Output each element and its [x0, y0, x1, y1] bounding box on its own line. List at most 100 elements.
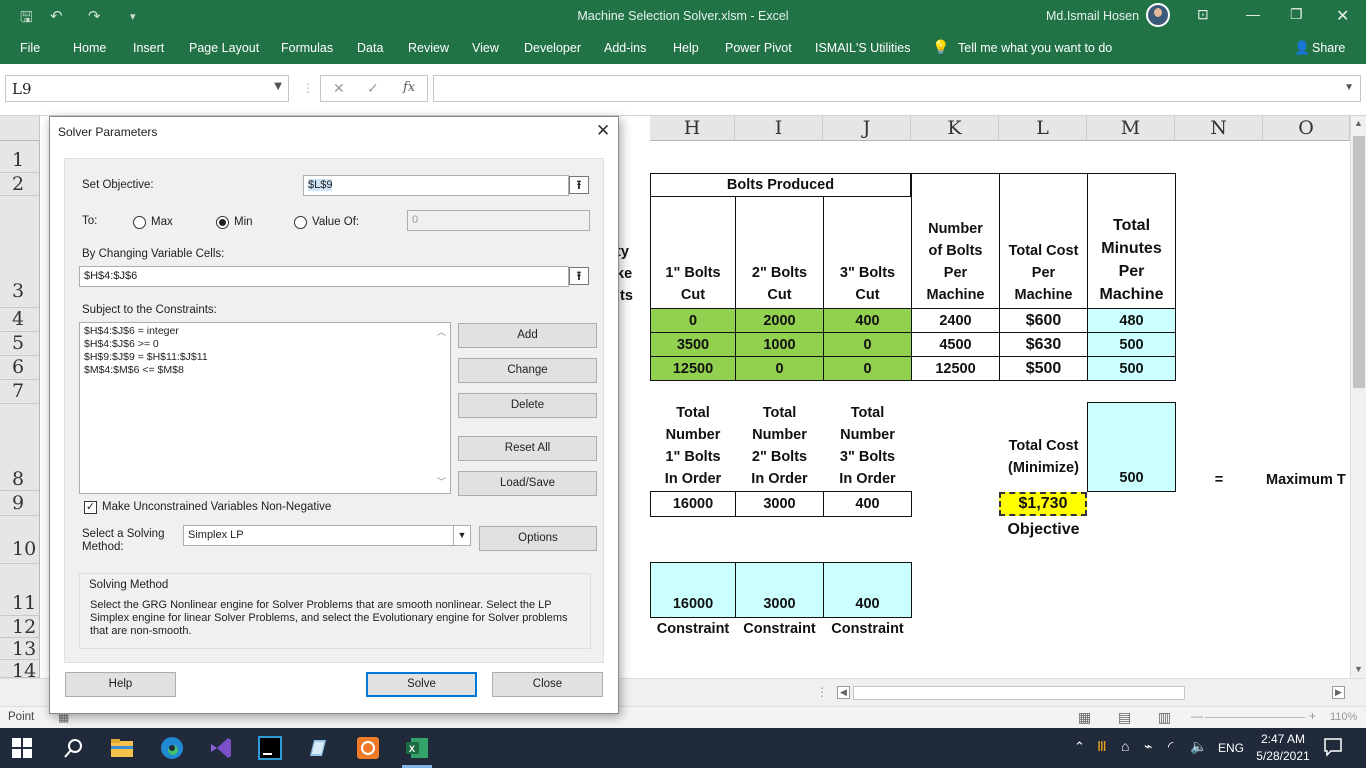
zoom-level[interactable]: 110% — [1330, 711, 1357, 723]
min-radio[interactable] — [216, 216, 229, 229]
tab-ismails-utilities[interactable]: ISMAIL'S Utilities — [815, 41, 910, 55]
max-radio[interactable] — [133, 216, 146, 229]
row-header-14[interactable]: 14 — [0, 660, 40, 682]
row-header-2[interactable]: 2 — [0, 173, 40, 196]
grammarly-icon[interactable] — [356, 736, 380, 760]
visual-studio-icon[interactable] — [209, 736, 233, 760]
scroll-down-icon[interactable]: ▼ — [1354, 664, 1363, 674]
cell-j6[interactable]: 0 — [823, 356, 912, 381]
minimize-icon[interactable]: — — [1246, 6, 1260, 22]
notifications-icon[interactable] — [1323, 737, 1343, 757]
objective-label[interactable]: Objective — [999, 518, 1088, 542]
row-header-3[interactable]: 3 — [0, 196, 40, 308]
solve-button[interactable]: Solve — [366, 672, 477, 697]
wifi-icon[interactable]: ◜ — [1168, 738, 1173, 755]
battery-icon[interactable]: ⌂ — [1121, 738, 1129, 754]
tab-file[interactable]: File — [20, 41, 40, 55]
cell-k5[interactable]: 4500 — [911, 332, 1000, 357]
nonneg-checkbox[interactable]: ✓ — [84, 501, 97, 514]
tray-app-icon[interactable]: Ⅲ — [1097, 738, 1107, 755]
excel-taskbar-icon[interactable]: X — [405, 736, 429, 760]
row-header-9[interactable]: 9 — [0, 491, 40, 516]
cell-l5[interactable]: $630 — [999, 332, 1088, 357]
cell-l6[interactable]: $500 — [999, 356, 1088, 381]
cell-i6[interactable]: 0 — [735, 356, 824, 381]
value-of-label[interactable]: Value Of: — [312, 216, 359, 228]
header-total-2in-order[interactable]: Total Number 2" Bolts In Order — [735, 402, 824, 490]
page-layout-view-icon[interactable]: ▤ — [1118, 709, 1131, 726]
bolts-produced-header[interactable]: Bolts Produced — [650, 173, 911, 197]
tab-add-ins[interactable]: Add-ins — [604, 41, 646, 55]
cell-j4[interactable]: 400 — [823, 308, 912, 333]
row-header-7[interactable]: 7 — [0, 380, 40, 404]
tab-review[interactable]: Review — [408, 41, 449, 55]
drag-handle-icon[interactable]: ⋮ — [302, 81, 314, 95]
language-indicator[interactable]: ENG — [1218, 741, 1244, 755]
restore-icon[interactable]: ❐ — [1290, 6, 1303, 23]
search-icon[interactable] — [62, 736, 86, 760]
jetbrains-icon[interactable] — [258, 736, 282, 760]
changing-cells-input[interactable]: $H$4:$J$6 — [79, 266, 569, 287]
column-header-k[interactable]: K — [911, 116, 999, 141]
row-header-8[interactable]: 8 — [0, 404, 40, 491]
header-total-minutes[interactable]: Total Minutes Per Machine — [1087, 173, 1176, 309]
tab-insert[interactable]: Insert — [133, 41, 164, 55]
horizontal-scroll-thumb[interactable] — [853, 686, 1185, 700]
expand-formula-icon[interactable]: ▼ — [1344, 82, 1354, 93]
vertical-scrollbar[interactable]: ▲ ▼ — [1350, 116, 1366, 678]
column-header-o[interactable]: O — [1263, 116, 1350, 141]
chevron-down-icon[interactable]: ▼ — [274, 81, 282, 92]
select-all-corner[interactable] — [0, 116, 40, 141]
cell-h4[interactable]: 0 — [650, 308, 736, 333]
cell-n8[interactable]: = — [1175, 468, 1263, 492]
zoom-slider[interactable] — [1205, 717, 1305, 718]
min-radio-label[interactable]: Min — [234, 216, 253, 228]
row-header-4[interactable]: 4 — [0, 308, 40, 332]
column-header-n[interactable]: N — [1175, 116, 1263, 141]
scroll-up-icon[interactable]: ▲ — [1354, 118, 1363, 128]
drag-handle-icon[interactable]: ⋮ — [816, 685, 828, 699]
load-save-button[interactable]: Load/Save — [458, 471, 597, 496]
scroll-right-icon[interactable]: ▶ — [1332, 686, 1345, 699]
list-item[interactable]: $M$4:$M$6 <= $M$8 — [84, 364, 446, 377]
scroll-left-icon[interactable]: ◀ — [837, 686, 850, 699]
cell-o8[interactable]: Maximum T — [1263, 468, 1350, 492]
constraints-list[interactable]: $H$4:$J$6 = integer $H$4:$J$6 >= 0 $H$9:… — [79, 322, 451, 494]
close-icon[interactable]: ✕ — [596, 121, 610, 141]
cancel-icon[interactable]: ✕ — [333, 80, 345, 97]
file-explorer-icon[interactable] — [110, 736, 134, 760]
header-3in-bolts[interactable]: 3" Bolts Cut — [823, 196, 912, 309]
cell-j12[interactable]: Constraint — [823, 617, 912, 641]
nonneg-label[interactable]: Make Unconstrained Variables Non-Negativ… — [102, 501, 331, 513]
value-of-radio[interactable] — [294, 216, 307, 229]
cell-k4[interactable]: 2400 — [911, 308, 1000, 333]
list-item[interactable]: $H$4:$J$6 = integer — [84, 325, 446, 338]
delete-button[interactable]: Delete — [458, 393, 597, 418]
page-break-view-icon[interactable]: ▥ — [1158, 709, 1171, 726]
cell-h6[interactable]: 12500 — [650, 356, 736, 381]
cell-h9[interactable]: 16000 — [650, 491, 736, 517]
close-window-icon[interactable]: ✕ — [1336, 6, 1349, 26]
cell-m8[interactable]: 500 — [1087, 402, 1176, 492]
chevron-up-icon[interactable]: ︿ — [437, 326, 446, 339]
cell-h5[interactable]: 3500 — [650, 332, 736, 357]
max-radio-label[interactable]: Max — [151, 216, 173, 228]
objective-cell-l9[interactable]: $1,730 — [999, 492, 1087, 516]
add-button[interactable]: Add — [458, 323, 597, 348]
volume-icon[interactable]: 🔈 — [1190, 738, 1207, 755]
cell-j11[interactable]: 400 — [823, 562, 912, 618]
tab-formulas[interactable]: Formulas — [281, 41, 333, 55]
cell-m6[interactable]: 500 — [1087, 356, 1176, 381]
list-item[interactable]: $H$9:$J$9 = $H$11:$J$11 — [84, 351, 446, 364]
column-header-h[interactable]: H — [650, 116, 735, 141]
value-of-input[interactable]: 0 — [407, 210, 590, 231]
cell-j9[interactable]: 400 — [823, 491, 912, 517]
notes-app-icon[interactable] — [306, 736, 330, 760]
tab-page-layout[interactable]: Page Layout — [189, 41, 259, 55]
header-total-cost[interactable]: Total Cost Per Machine — [999, 173, 1088, 309]
row-header-10[interactable]: 10 — [0, 516, 40, 564]
row-header-5[interactable]: 5 — [0, 332, 40, 356]
cell-m4[interactable]: 480 — [1087, 308, 1176, 333]
cell-h11[interactable]: 16000 — [650, 562, 736, 618]
header-total-1in-order[interactable]: Total Number 1" Bolts In Order — [650, 402, 736, 490]
